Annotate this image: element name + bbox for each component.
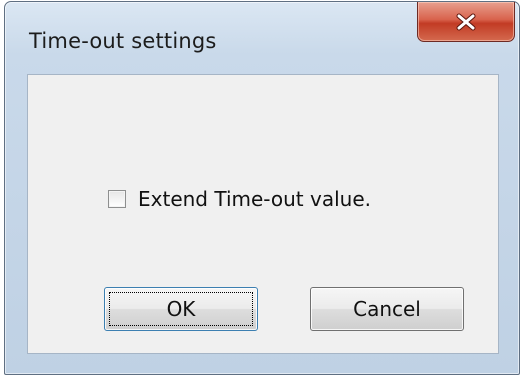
dialog-window: Time-out settings Extend Time-out value.… (4, 1, 520, 375)
cancel-button[interactable]: Cancel (310, 287, 464, 331)
close-icon (455, 13, 477, 31)
extend-timeout-option[interactable]: Extend Time-out value. (108, 187, 371, 211)
close-button[interactable] (417, 2, 515, 42)
extend-timeout-checkbox[interactable] (108, 190, 126, 208)
cancel-button-label: Cancel (353, 297, 421, 321)
focus-rectangle (109, 292, 253, 326)
dialog-body: Extend Time-out value. OK Cancel (27, 74, 499, 354)
title-bar[interactable]: Time-out settings (5, 2, 519, 76)
ok-button[interactable]: OK (104, 287, 258, 331)
extend-timeout-label[interactable]: Extend Time-out value. (138, 187, 371, 211)
dialog-title: Time-out settings (29, 29, 217, 53)
